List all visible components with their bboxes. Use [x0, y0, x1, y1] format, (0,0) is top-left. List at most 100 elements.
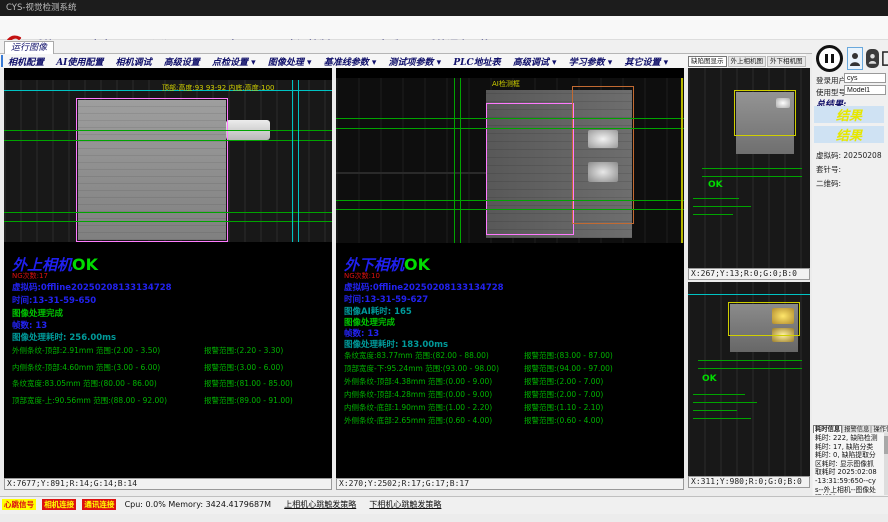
heartbeat-status-badge: 心跳信号	[2, 499, 36, 510]
user-button[interactable]	[847, 47, 863, 70]
logout-button[interactable]	[881, 49, 888, 68]
preview-tab-lower-cam[interactable]: 外下相机图	[767, 56, 806, 67]
preview2-coords-bar: X:311;Y:980;R:0;G:0;B:0	[688, 476, 810, 488]
result-box-upper: 结果	[814, 106, 884, 123]
upper-elapsed-line: 图像处理耗时: 256.00ms	[12, 331, 116, 343]
measurement-row: 内侧条纹-底部:1.90mm 范围:(1.00 - 2.20)	[344, 402, 492, 413]
tiny-text-line	[693, 198, 739, 199]
cyan-measure-line	[298, 80, 299, 242]
stats-scrollbar-thumb[interactable]	[884, 436, 888, 454]
lower-time-line: 时间:13-31-59-627	[344, 293, 428, 305]
toolbar-accent-bar	[1, 55, 3, 67]
upper-ng-count: NG次数:17	[12, 271, 48, 281]
yellow-roi-outline	[728, 302, 800, 336]
logout-icon	[881, 50, 888, 67]
preview-view-2[interactable]: OK	[688, 282, 810, 476]
green-measure-line	[698, 360, 802, 361]
measurement-row: 条纹宽度:83.05mm 范围:(80.00 - 86.00)	[12, 378, 157, 389]
magenta-roi-outline	[486, 103, 574, 235]
measurement-row: 内侧条纹-顶部:4.28mm 范围:(0.00 - 9.00)	[344, 389, 492, 400]
tab-run-image[interactable]: 运行图像	[4, 41, 54, 54]
green-measure-line	[4, 221, 332, 222]
lower-coords-bar: X:270;Y:2502;R:17;G:17;B:17	[336, 478, 684, 490]
preview1-image: OK	[688, 68, 810, 268]
pause-icon	[831, 54, 834, 63]
pause-button[interactable]	[816, 45, 843, 72]
green-measure-line	[4, 140, 332, 141]
right-panel: 登录用户: 使用型号: 总结果: 结果 结果 虚拟码: 20250208 套针号…	[812, 40, 888, 496]
window-titlebar: CYS-视觉检测系统	[0, 0, 888, 16]
tool-advanced-debug[interactable]: 高级调试 ▾	[513, 55, 557, 68]
operator-button[interactable]	[866, 49, 879, 68]
upper-done-line: 图像处理完成	[12, 307, 63, 319]
alarm-range: 报警范围:(0.60 - 4.00)	[524, 415, 603, 426]
alarm-range: 报警范围:(2.00 - 7.00)	[524, 376, 603, 387]
tab-strip: 运行图像	[0, 40, 888, 54]
upper-camera-view[interactable]: 顶部:高度:93 93-92 内底:高度:100 外上相机OK NG次数:17 …	[4, 68, 332, 478]
lower-camera-image: AI检测框	[336, 78, 684, 243]
cyan-measure-line	[292, 80, 293, 242]
upper-coords-bar: X:7677;Y:891;R:14;G:14;B:14	[4, 478, 332, 490]
ai-detect-box	[572, 86, 634, 224]
lower-camera-view[interactable]: AI检测框 外下相机OK NG次数:10 虚拟码:0ffline20250208…	[336, 68, 684, 478]
lower-elapsed-line: 图像处理耗时: 183.00ms	[344, 338, 448, 350]
green-measure-line	[4, 130, 332, 131]
lower-camera-heartbeat-link[interactable]: 下相机心跳触发策略	[369, 500, 441, 509]
tool-camera-config[interactable]: 相机配置	[8, 55, 44, 68]
tiny-text-line	[693, 418, 751, 419]
login-user-field[interactable]	[844, 73, 886, 83]
comm-status-badge: 通讯连接	[82, 499, 116, 510]
machine-seam	[336, 172, 486, 174]
tool-baseline-params[interactable]: 基准线参数 ▾	[324, 55, 377, 68]
tool-other-settings[interactable]: 其它设置 ▾	[625, 55, 669, 68]
green-measure-line	[4, 212, 332, 213]
pause-icon	[825, 54, 828, 63]
tool-plc-address-table[interactable]: PLC地址表	[453, 55, 500, 68]
alarm-range: 报警范围:(3.00 - 6.00)	[204, 362, 283, 373]
status-bar: 心跳信号 相机连接 通讯连接 Cpu: 0.0% Memory: 3424.41…	[0, 496, 888, 514]
tool-test-params[interactable]: 测试项参数 ▾	[389, 55, 442, 68]
preview-tabs: 缺陷图显示外上相机图外下相机图	[688, 55, 810, 67]
upper-result-ok: OK	[72, 255, 98, 274]
yellow-roi-outline	[734, 90, 796, 136]
tool-camera-debug[interactable]: 相机调试	[116, 55, 152, 68]
tiny-text-line	[693, 410, 737, 411]
measurement-row: 条纹宽度:83.77mm 范围:(82.00 - 88.00)	[344, 350, 489, 361]
cyan-reference-line	[688, 294, 810, 295]
toolbar-items: 相机配置 AI使用配置 相机调试 高级设置 点检设置 ▾ 图像处理 ▾ 基准线参…	[8, 55, 677, 68]
alarm-range: 报警范围:(1.10 - 2.10)	[524, 402, 603, 413]
stats-log[interactable]: 耗时: 222, 缺陷检测耗时: 17, 缺陷分类耗时: 0, 缺陷提取分区耗时…	[813, 433, 884, 495]
alarm-range: 报警范围:(94.00 - 97.00)	[524, 363, 613, 374]
qr-label: 二维码:	[816, 178, 841, 189]
tool-learning-params[interactable]: 学习参数 ▾	[569, 55, 613, 68]
user-icon	[849, 51, 861, 67]
measurement-row: 外侧条纹-顶部:2.91mm 范围:(2.00 - 3.50)	[12, 345, 160, 356]
tool-ai-usage-config[interactable]: AI使用配置	[56, 55, 103, 68]
preview-tab-defect[interactable]: 缺陷图显示	[688, 56, 727, 67]
green-measure-line	[336, 200, 684, 201]
upper-camera-heartbeat-link[interactable]: 上相机心跳触发策略	[284, 500, 356, 509]
alarm-range: 报警范围:(81.00 - 85.00)	[204, 378, 293, 389]
green-measure-line	[336, 128, 684, 129]
tool-advanced-settings[interactable]: 高级设置	[164, 55, 200, 68]
preview-view-1[interactable]: OK	[688, 68, 810, 268]
model-field[interactable]	[844, 85, 886, 95]
measurement-row: 内侧条纹-顶部:4.60mm 范围:(3.00 - 6.00)	[12, 362, 160, 373]
lower-ng-count: NG次数:10	[344, 271, 380, 281]
measurement-row: 顶部宽度-下:95.24mm 范围:(93.00 - 98.00)	[344, 363, 499, 374]
green-measure-line	[336, 118, 684, 119]
toolbar: 相机配置 AI使用配置 相机调试 高级设置 点检设置 ▾ 图像处理 ▾ 基准线参…	[0, 54, 806, 68]
upper-vcode-line: 虚拟码:0ffline20250208133134728	[12, 281, 172, 293]
preview-tab-upper-cam[interactable]: 外上相机图	[728, 56, 767, 67]
measurement-row: 外侧条纹-顶部:4.38mm 范围:(0.00 - 9.00)	[344, 376, 492, 387]
vcode-label: 虚拟码: 20250208	[816, 150, 882, 161]
tool-image-processing[interactable]: 图像处理 ▾	[268, 55, 312, 68]
green-vertical-line	[454, 78, 455, 243]
lower-vcode-line: 虚拟码:0ffline20250208133134728	[344, 281, 504, 293]
preview2-image: OK	[688, 282, 810, 476]
result-box-lower: 结果	[814, 126, 884, 143]
tiny-text-line	[693, 394, 745, 395]
upper-image-annotation: 顶部:高度:93 93-92 内底:高度:100	[162, 83, 275, 93]
tool-spot-check[interactable]: 点检设置 ▾	[212, 55, 256, 68]
preview1-ok: OK	[708, 180, 723, 190]
